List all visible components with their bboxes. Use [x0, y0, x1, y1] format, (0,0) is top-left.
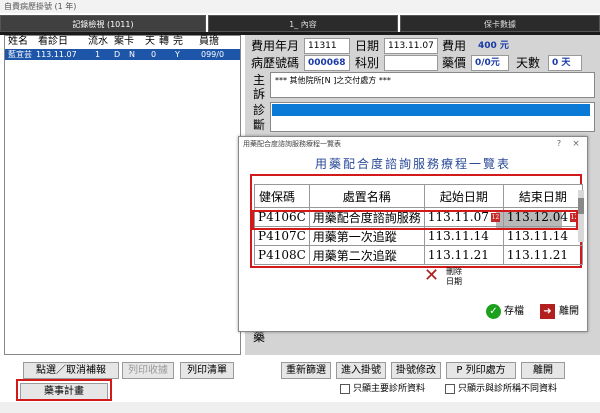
- col-name[interactable]: 姓名: [8, 36, 28, 48]
- table-row[interactable]: P4108C 用藥第二次追蹤 113.11.21 113.11.21: [254, 245, 583, 265]
- drug-price-field[interactable]: 0/0元: [471, 55, 509, 71]
- save-button[interactable]: 存檔: [504, 303, 524, 321]
- col-serial[interactable]: 流水: [88, 36, 108, 48]
- row-name: 藍宜芸: [8, 50, 32, 59]
- row-serial: 1: [95, 50, 101, 59]
- chief-complaint-field[interactable]: *** 其他院所[N ]之交付處方 ***: [270, 72, 595, 98]
- show-diff-checkbox[interactable]: 只顯示與診所稱不同資料: [445, 383, 557, 395]
- tab-record-view[interactable]: 記錄檢視 (1011): [0, 15, 206, 32]
- row-code: P4108C: [254, 245, 310, 265]
- print-list-button[interactable]: 列印清單: [180, 362, 234, 379]
- row-doc: 099/0: [201, 50, 225, 59]
- col-day[interactable]: 天: [145, 36, 155, 48]
- drug-plan-highlight-box: [16, 379, 112, 401]
- diag-label-bottom: 斷: [252, 118, 265, 132]
- col-end-date: 結束日期: [502, 184, 583, 208]
- show-diff-label: 只顯示與診所稱不同資料: [458, 384, 558, 394]
- chart-no-label: 病歷號碼: [251, 56, 300, 70]
- col-card[interactable]: 案卡: [114, 36, 134, 48]
- checkbox-box[interactable]: [340, 383, 350, 394]
- only-main-label: 只顯主要診所資料: [353, 384, 426, 394]
- row-highlight-box: [252, 210, 578, 230]
- col-date[interactable]: 看診日: [38, 36, 68, 48]
- import-button[interactable]: 進入掛號: [336, 362, 386, 379]
- refilter-button[interactable]: 重新篩選: [281, 362, 331, 379]
- diag-label-top: 診: [252, 103, 265, 117]
- main-label-top: 主: [252, 73, 265, 87]
- table-header-row: 健保碼 處置名稱 起始日期 結束日期: [254, 184, 583, 208]
- col-treatment: 處置名稱: [308, 184, 425, 208]
- drug-price-label: 藥價: [442, 56, 467, 70]
- check-icon[interactable]: ✓: [486, 304, 501, 319]
- print-receipt-button[interactable]: 列印收據: [122, 362, 174, 379]
- row-date: 113.11.07: [36, 50, 77, 59]
- col-code: 健保碼: [254, 184, 310, 208]
- drug-label: 藥: [252, 330, 265, 344]
- days-field[interactable]: 0 天: [548, 55, 582, 71]
- dialog-heading: 用藥配合度諮詢服務療程一覽表: [314, 157, 511, 171]
- taskbar-strip: [0, 402, 600, 413]
- exit-icon[interactable]: ➜: [540, 304, 555, 319]
- date-label: 日期: [355, 39, 380, 53]
- col-staff[interactable]: 員擔: [199, 36, 219, 48]
- patient-list[interactable]: 姓名 看診日 流水 案卡 天 轉 完 員擔 藍宜芸 113.11.07 1 D …: [4, 35, 241, 355]
- table-row-selected[interactable]: 藍宜芸 113.11.07 1 D N 0 Y 099/0: [5, 49, 240, 60]
- checkbox-box[interactable]: [445, 383, 455, 394]
- leave-button[interactable]: 離開: [521, 362, 565, 379]
- row-start[interactable]: 113.11.21: [423, 245, 504, 265]
- delete-date-button[interactable]: 刪除 日期: [442, 267, 466, 287]
- chart-no-field[interactable]: 000068: [304, 55, 350, 71]
- window-title: 自費病歷掛號 (1 年): [0, 0, 600, 13]
- delete-label-bottom: 日期: [446, 277, 462, 286]
- days-label: 天數: [516, 56, 541, 70]
- col-start-date: 起始日期: [423, 184, 504, 208]
- exit-button[interactable]: 離開: [559, 303, 579, 321]
- only-main-checkbox[interactable]: 只顯主要診所資料: [340, 383, 425, 395]
- modify-history-button[interactable]: 掛號修改: [391, 362, 441, 379]
- row-end[interactable]: 113.11.21: [502, 245, 583, 265]
- row-treatment: 用藥第二次追蹤: [308, 245, 425, 265]
- col-done[interactable]: 完: [173, 36, 183, 48]
- scrollbar-thumb[interactable]: [578, 198, 584, 214]
- col-transfer[interactable]: 轉: [159, 36, 169, 48]
- help-icon[interactable]: ?: [553, 137, 565, 151]
- print-rx-button[interactable]: P 列印處方: [446, 362, 516, 379]
- row-case: N: [129, 50, 135, 59]
- tab-content[interactable]: 1_ 內容: [208, 15, 398, 32]
- main-label-bottom: 訴: [252, 87, 265, 101]
- tab-card-data[interactable]: 保卡數據: [400, 15, 600, 32]
- dept-label: 科別: [355, 56, 380, 70]
- close-icon[interactable]: ×: [569, 137, 583, 151]
- diagnosis-selected-row[interactable]: [272, 104, 590, 116]
- date-field[interactable]: 113.11.07: [384, 38, 438, 54]
- delete-date-icon[interactable]: ✕: [424, 267, 440, 285]
- row-card: D: [114, 50, 121, 59]
- fee-month-label: 費用年月: [251, 39, 300, 53]
- toggle-ticket-button[interactable]: 點選／取消補報: [23, 362, 119, 379]
- fee-label: 費用: [442, 39, 467, 53]
- list-header: 姓名 看診日 流水 案卡 天 轉 完 員擔: [5, 36, 240, 48]
- dept-field[interactable]: [384, 55, 438, 71]
- row-days: 0: [151, 50, 157, 59]
- fee-value: 400 元: [478, 41, 509, 51]
- delete-label-top: 刪除: [446, 267, 462, 276]
- row-flag: Y: [175, 50, 180, 59]
- dialog-title: 用藥配合度諮詢服務療程一覽表: [243, 140, 341, 148]
- fee-month-field[interactable]: 11311: [304, 38, 350, 54]
